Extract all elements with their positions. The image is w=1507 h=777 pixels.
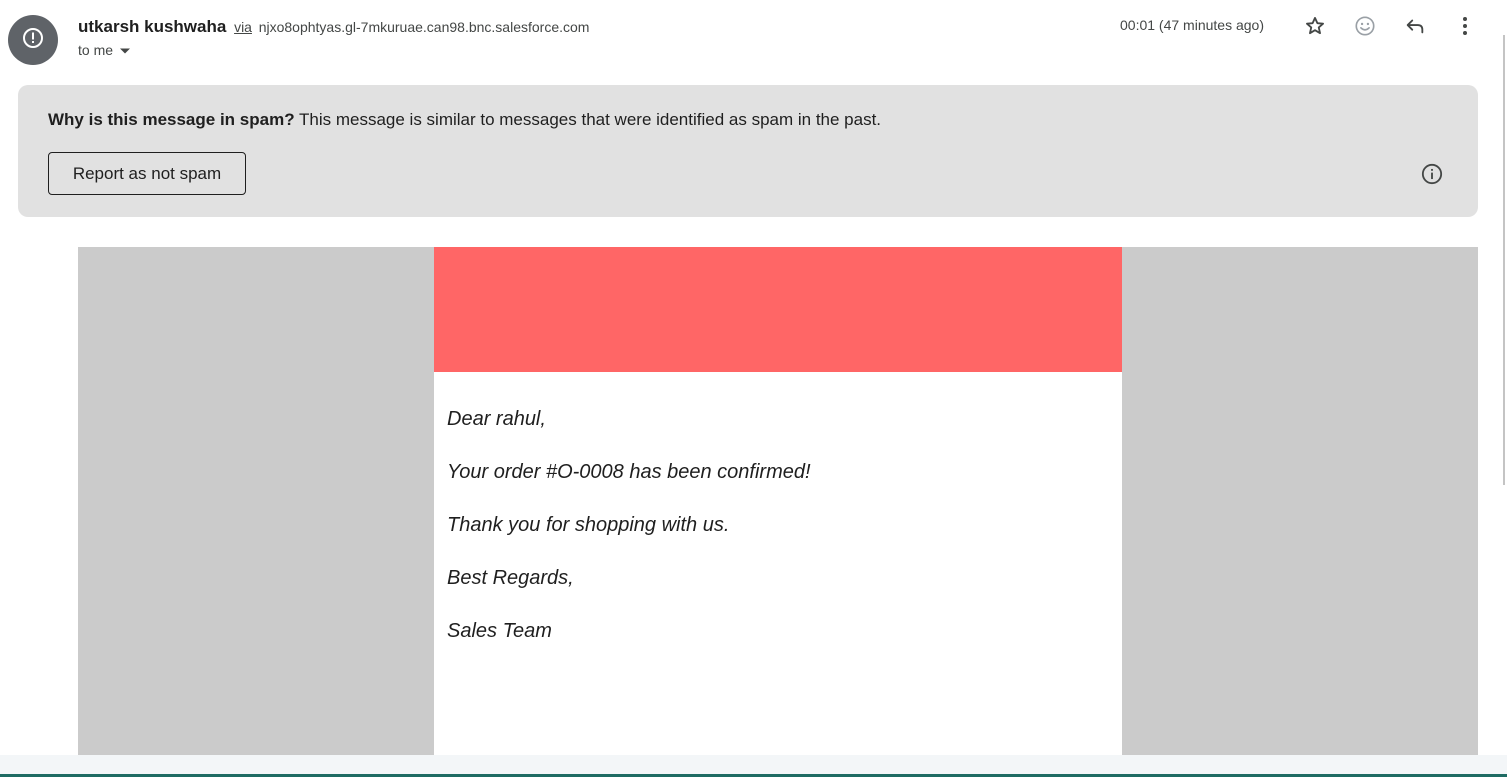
- more-vert-icon: [1462, 16, 1468, 41]
- bottom-bar: [0, 755, 1507, 777]
- signature: Sales Team: [447, 620, 552, 642]
- spam-explanation: Why is this message in spam? This messag…: [48, 110, 881, 130]
- recipient-label: to me: [78, 42, 114, 58]
- thank-you-line: Thank you for shopping with us.: [447, 514, 730, 536]
- email-body-card: Dear rahul, Your order #O-0008 has been …: [434, 247, 1122, 755]
- reply-button[interactable]: [1397, 10, 1433, 46]
- spam-question: Why is this message in spam?: [48, 110, 295, 129]
- info-icon[interactable]: [1420, 162, 1444, 186]
- recipient-details-toggle[interactable]: to me: [78, 42, 131, 58]
- greeting: Dear rahul,: [447, 408, 546, 430]
- reply-icon: [1404, 15, 1426, 42]
- spam-reason: This message is similar to messages that…: [299, 110, 882, 129]
- add-reaction-button[interactable]: [1347, 10, 1383, 46]
- sender-avatar[interactable]: [8, 15, 58, 65]
- emoji-icon: [1354, 15, 1376, 42]
- scrollbar[interactable]: [1503, 35, 1505, 485]
- star-button[interactable]: [1297, 10, 1333, 46]
- email-header-banner: [434, 247, 1122, 372]
- email-message: Dear rahul, Your order #O-0008 has been …: [434, 372, 1122, 643]
- chevron-down-icon: [119, 42, 131, 58]
- warning-icon: [22, 27, 44, 54]
- email-view: utkarsh kushwaha via njxo8ophtyas.gl-7mk…: [0, 0, 1507, 777]
- sender-name[interactable]: utkarsh kushwaha: [78, 17, 226, 36]
- spam-warning-banner: Why is this message in spam? This messag…: [18, 85, 1478, 217]
- email-body-background: Dear rahul, Your order #O-0008 has been …: [78, 247, 1478, 755]
- message-timestamp: 00:01 (47 minutes ago): [1120, 17, 1264, 33]
- more-options-button[interactable]: [1447, 10, 1483, 46]
- report-not-spam-button[interactable]: Report as not spam: [48, 152, 246, 195]
- via-link[interactable]: via: [234, 19, 252, 35]
- sender-line: utkarsh kushwaha via njxo8ophtyas.gl-7mk…: [78, 16, 589, 38]
- order-confirmation: Your order #O-0008 has been confirmed!: [447, 461, 811, 483]
- closing: Best Regards,: [447, 567, 574, 589]
- star-icon: [1304, 15, 1326, 42]
- sender-domain: njxo8ophtyas.gl-7mkuruae.can98.bnc.sales…: [258, 19, 590, 35]
